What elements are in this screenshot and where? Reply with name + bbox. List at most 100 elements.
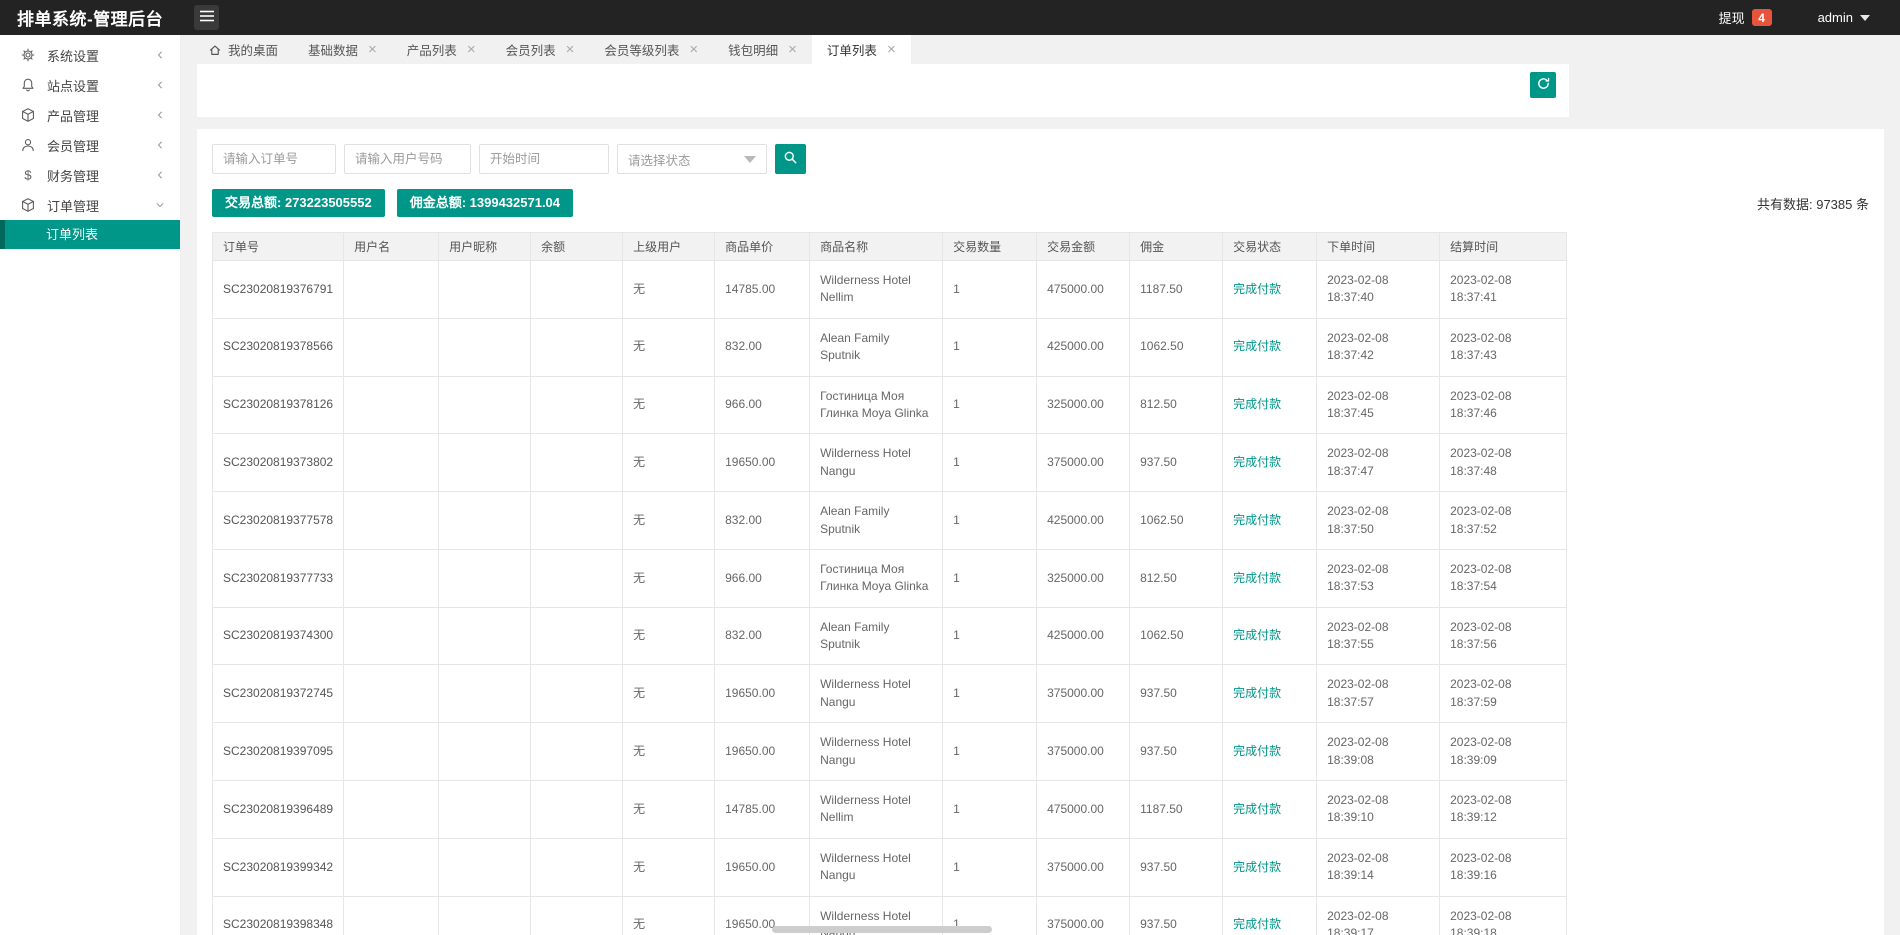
close-icon[interactable]: ×	[887, 42, 896, 57]
gear-icon	[20, 47, 36, 63]
sidebar-item-label: 产品管理	[47, 108, 100, 124]
column-header-commission: 佣金	[1129, 232, 1224, 261]
cell-amount: 375000.00	[1036, 433, 1131, 493]
cell-parent_user: 无	[622, 895, 716, 935]
cell-username	[343, 260, 440, 319]
cell-quantity: 1	[942, 375, 1038, 435]
sidebar-item[interactable]: 系统设置	[0, 40, 180, 70]
refresh-icon	[1536, 76, 1551, 94]
tab-item[interactable]: 钱包明细 ×	[713, 35, 812, 64]
cell-parent_user: 无	[622, 837, 716, 897]
user-number-input[interactable]	[344, 144, 471, 174]
cell-product_name: Wilderness Hotel Nangu	[809, 722, 944, 782]
cell-settle_time: 2023-02-08 18:37:41	[1439, 260, 1568, 319]
cell-order_no: SC23020819378566	[211, 317, 345, 377]
close-icon[interactable]: ×	[689, 42, 698, 57]
close-icon[interactable]: ×	[788, 42, 797, 57]
sidebar-toggle-button[interactable]	[194, 5, 219, 30]
cell-product_name: Alean Family Sputnik	[809, 606, 944, 666]
cell-balance	[530, 895, 624, 935]
cell-settle_time: 2023-02-08 18:39:18	[1439, 895, 1568, 935]
cell-order_no: SC23020819378126	[211, 375, 345, 435]
withdraw-link[interactable]: 提现 4	[1719, 8, 1772, 27]
cell-product_name: Wilderness Hotel Nangu	[809, 664, 944, 724]
sidebar-item[interactable]: 会员管理	[0, 130, 180, 160]
tab-active[interactable]: 订单列表 ×	[811, 35, 911, 64]
cell-parent_user: 无	[622, 375, 716, 435]
search-button[interactable]	[775, 144, 806, 174]
cell-commission: 937.50	[1129, 722, 1224, 782]
cell-nickname	[438, 722, 532, 782]
tab-item[interactable]: 基础数据 ×	[293, 35, 392, 64]
sidebar-item-label: 会员管理	[47, 138, 100, 154]
bell-icon	[20, 77, 36, 93]
cell-username	[343, 664, 440, 724]
cell-parent_user: 无	[622, 780, 716, 839]
cell-unit_price: 832.00	[714, 491, 811, 550]
commission-total-chip: 佣金总额: 1399432571.04	[396, 189, 574, 217]
cell-status: 完成付款	[1222, 433, 1318, 493]
chevron-down-icon	[1860, 14, 1870, 21]
cell-status: 完成付款	[1222, 317, 1318, 377]
tab-item[interactable]: 会员列表 ×	[491, 35, 590, 64]
table-row: SC23020819372745 无 19650.00 Wilderness Hote…	[211, 664, 1568, 724]
home-icon	[208, 43, 222, 57]
cell-settle_time: 2023-02-08 18:39:09	[1439, 722, 1568, 782]
cell-balance	[530, 433, 624, 493]
tab-item[interactable]: 产品列表 ×	[392, 35, 491, 64]
sidebar-subitem-order-list[interactable]: 订单列表	[0, 220, 180, 249]
column-header-order_no: 订单号	[211, 232, 345, 261]
cell-order_time: 2023-02-08 18:37:45	[1316, 375, 1441, 435]
cell-parent_user: 无	[622, 433, 716, 493]
cell-commission: 812.50	[1129, 548, 1224, 608]
cell-settle_time: 2023-02-08 18:37:54	[1439, 548, 1568, 608]
close-icon[interactable]: ×	[467, 42, 476, 57]
user-menu[interactable]: admin	[1818, 10, 1870, 25]
cell-balance	[530, 317, 624, 377]
cell-order_no: SC23020819377733	[211, 548, 345, 608]
column-header-settle_time: 结算时间	[1439, 232, 1568, 261]
cell-settle_time: 2023-02-08 18:37:52	[1439, 491, 1568, 550]
sidebar-item[interactable]: 订单管理	[0, 190, 180, 220]
page-toolbar	[197, 64, 1569, 117]
cell-order_time: 2023-02-08 18:37:40	[1316, 260, 1441, 319]
status-select[interactable]: 请选择状态	[617, 144, 767, 174]
cell-nickname	[438, 606, 532, 666]
cell-status: 完成付款	[1222, 375, 1318, 435]
close-icon[interactable]: ×	[368, 42, 377, 57]
tab-bar: 我的桌面 基础数据 × 产品列表 × 会员列表 × 会员等级列表 × 钱包明细 × 订单列表 ×	[181, 35, 1900, 64]
cell-amount: 425000.00	[1036, 317, 1131, 377]
cell-status: 完成付款	[1222, 606, 1318, 666]
sidebar: 系统设置站点设置产品管理会员管理 $ 财务管理订单管理订单列表	[0, 35, 181, 935]
cell-nickname	[438, 260, 532, 319]
cell-commission: 1062.50	[1129, 606, 1224, 666]
horizontal-scrollbar-thumb[interactable]	[772, 926, 992, 933]
sidebar-item-label: 系统设置	[47, 48, 100, 64]
cell-status: 完成付款	[1222, 722, 1318, 782]
order-list-panel: 请选择状态 交易总额: 273223505552 佣金总额: 139943257…	[197, 129, 1884, 935]
cell-settle_time: 2023-02-08 18:37:56	[1439, 606, 1568, 666]
sidebar-item[interactable]: 站点设置	[0, 70, 180, 100]
close-icon[interactable]: ×	[566, 42, 575, 57]
sidebar-item[interactable]: 产品管理	[0, 100, 180, 130]
tab-item[interactable]: 我的桌面	[193, 35, 293, 64]
column-header-status: 交易状态	[1222, 232, 1318, 261]
transaction-total-chip: 交易总额: 273223505552	[212, 189, 385, 217]
refresh-button[interactable]	[1530, 72, 1556, 98]
order-number-input[interactable]	[212, 144, 336, 174]
tab-item[interactable]: 会员等级列表 ×	[589, 35, 713, 64]
cell-balance	[530, 606, 624, 666]
sidebar-item[interactable]: $ 财务管理	[0, 160, 180, 190]
cell-product_name: Wilderness Hotel Nangu	[809, 433, 944, 493]
column-header-unit_price: 商品单价	[714, 232, 811, 261]
cell-commission: 937.50	[1129, 837, 1224, 897]
cell-commission: 1187.50	[1129, 780, 1224, 839]
cell-username	[343, 317, 440, 377]
start-time-input[interactable]	[479, 144, 609, 174]
sidebar-item-label: 订单管理	[47, 198, 100, 214]
cell-parent_user: 无	[622, 548, 716, 608]
cell-settle_time: 2023-02-08 18:39:16	[1439, 837, 1568, 897]
cell-parent_user: 无	[622, 317, 716, 377]
cell-parent_user: 无	[622, 722, 716, 782]
dollar-icon: $	[20, 167, 36, 183]
